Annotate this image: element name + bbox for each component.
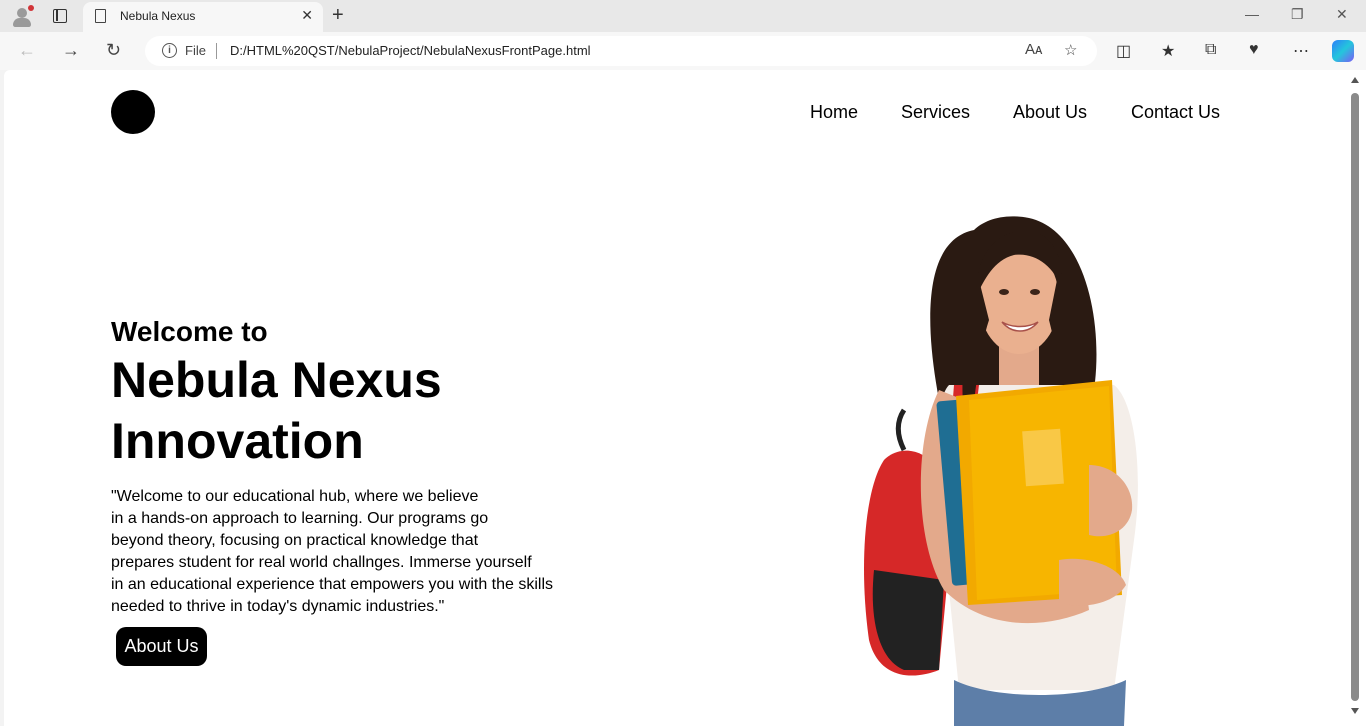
brand-title: Nebula Nexus Innovation	[111, 350, 442, 472]
read-aloud-icon[interactable]: Aᴀ	[1025, 41, 1042, 58]
address-separator	[216, 43, 217, 59]
info-icon[interactable]: i	[162, 43, 177, 58]
split-screen-icon[interactable]: ◫	[1116, 41, 1131, 61]
address-prefix: File	[185, 43, 206, 58]
site-logo[interactable]	[111, 90, 155, 134]
paragraph-line: "Welcome to our educational hub, where w…	[111, 488, 479, 505]
favorite-icon[interactable]: ☆	[1064, 41, 1077, 59]
page-viewport: Home Services About Us Contact Us Welcom…	[4, 70, 1348, 726]
profile-icon[interactable]	[10, 5, 34, 27]
brand-line-1: Nebula Nexus	[111, 352, 442, 408]
paragraph-line: prepares student for real world challnge…	[111, 554, 532, 571]
close-icon[interactable]: ✕	[301, 7, 313, 24]
nav-contact-us[interactable]: Contact Us	[1131, 102, 1220, 123]
intro-paragraph: "Welcome to our educational hub, where w…	[111, 486, 631, 618]
paragraph-line: in a hands-on approach to learning. Our …	[111, 510, 489, 527]
hero-image	[864, 216, 1138, 726]
address-bar[interactable]: i File D:/HTML%20QST/NebulaProject/Nebul…	[145, 36, 1097, 66]
paragraph-line: beyond theory, focusing on practical kno…	[111, 532, 479, 549]
tab-actions-icon[interactable]	[53, 9, 67, 23]
refresh-icon[interactable]: ↻	[106, 40, 121, 61]
brand-line-2: Innovation	[111, 413, 364, 469]
nav-services[interactable]: Services	[901, 102, 970, 123]
welcome-heading: Welcome to	[111, 316, 268, 347]
more-icon[interactable]: ⋯	[1293, 41, 1309, 61]
notification-dot	[28, 5, 34, 11]
browser-chrome: Nebula Nexus ✕ + — ❐ ✕ ← → ↻ i File D:/H…	[0, 0, 1366, 70]
collections-icon[interactable]: ⧉	[1205, 41, 1216, 59]
favorites-icon[interactable]: ★	[1161, 41, 1175, 61]
back-icon[interactable]: ←	[18, 40, 36, 61]
profile-body	[13, 18, 31, 27]
nav-about-us[interactable]: About Us	[1013, 102, 1087, 123]
paragraph-line: needed to thrive in today's dynamic indu…	[111, 598, 445, 615]
paragraph-line: in an educational experience that empowe…	[111, 576, 554, 593]
profile-head	[17, 8, 27, 18]
tab-strip: Nebula Nexus ✕ + — ❐ ✕	[0, 0, 1366, 32]
about-us-button[interactable]: About Us	[116, 627, 207, 666]
scrollbar-thumb[interactable]	[1351, 93, 1359, 701]
new-tab-icon[interactable]: +	[332, 4, 344, 27]
browser-tab[interactable]: Nebula Nexus ✕	[83, 2, 323, 32]
copilot-icon[interactable]	[1332, 40, 1354, 62]
tab-title: Nebula Nexus	[120, 9, 196, 23]
url-text[interactable]: D:/HTML%20QST/NebulaProject/NebulaNexusF…	[230, 43, 591, 58]
performance-icon[interactable]: ♥	[1249, 41, 1259, 59]
page-icon	[95, 9, 106, 23]
nav-home[interactable]: Home	[810, 102, 858, 123]
restore-icon[interactable]: ❐	[1291, 6, 1304, 23]
scroll-up-arrow[interactable]	[1351, 77, 1359, 83]
minimize-icon[interactable]: —	[1245, 6, 1259, 22]
scroll-down-arrow[interactable]	[1351, 708, 1359, 714]
window-close-icon[interactable]: ✕	[1336, 6, 1348, 23]
forward-icon[interactable]: →	[62, 40, 80, 61]
toolbar: ← → ↻ i File D:/HTML%20QST/NebulaProject…	[0, 32, 1366, 70]
